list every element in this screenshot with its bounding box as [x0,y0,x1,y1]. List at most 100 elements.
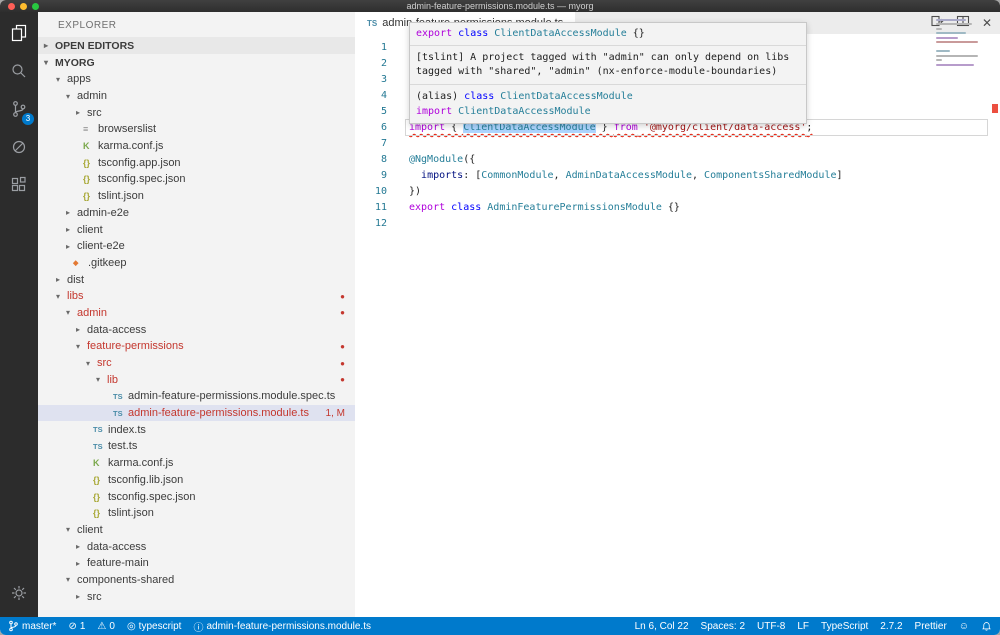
workspace-section-header[interactable]: ▾ MYORG [38,54,355,71]
chevron-down-icon: ▾ [66,525,77,534]
status-active-file-info-label: admin-feature-permissions.module.ts [206,621,371,632]
tree-item-label: client [77,524,103,536]
chevron-down-icon: ▾ [44,58,55,67]
code-line-10[interactable]: 10}) [355,184,1000,200]
chevron-right-icon: ▸ [44,41,55,50]
zoom-window-button[interactable] [32,3,39,10]
code-line-11[interactable]: 11export class AdminFeaturePermissionsMo… [355,200,1000,216]
tree-item-libs[interactable]: ▾libs● [38,288,355,305]
minimap-line [936,59,942,61]
tree-item-admin-e2e[interactable]: ▸admin-e2e [38,205,355,222]
open-editors-section-header[interactable]: ▸ OPEN EDITORS [38,37,355,54]
tree-item-karma-conf-js[interactable]: Kkarma.conf.js [38,138,355,155]
status-notifications[interactable] [981,617,992,635]
minimap-line [936,37,958,39]
status-bar: master* ⊘1 ⚠0 ◎typescript ⓘadmin-feature-per… [0,617,1000,635]
chevron-down-icon: ▾ [86,359,97,368]
chevron-right-icon: ▸ [76,559,87,568]
overview-ruler-error-mark [992,104,998,113]
tree-item-src[interactable]: ▾src● [38,355,355,372]
explorer-sidebar: EXPLORER ▸ OPEN EDITORS ▾ MYORG ▾apps▾ad… [38,12,355,617]
tree-item-apps[interactable]: ▾apps [38,71,355,88]
warning-icon: ⚠ [97,621,106,632]
line-number: 8 [355,152,395,168]
status-encoding[interactable]: UTF-8 [757,617,785,635]
error-icon: ⊘ [68,621,76,632]
tree-item-browserslist[interactable]: ≡browserslist [38,121,355,138]
title-bar[interactable]: admin-feature-permissions.module.ts — my… [0,0,1000,12]
tree-item-tslint-json[interactable]: {}tslint.json [38,188,355,205]
tree-item-admin-feature-permissions-module-spec-ts[interactable]: TSadmin-feature-permissions.module.spec.… [38,388,355,405]
tree-item-tsconfig-spec-json[interactable]: {}tsconfig.spec.json [38,171,355,188]
tree-item-karma-conf-js[interactable]: Kkarma.conf.js [38,455,355,472]
settings-button[interactable] [0,584,38,607]
code-token: , [554,170,566,181]
tree-item-index-ts[interactable]: TSindex.ts [38,421,355,438]
minimize-window-button[interactable] [20,3,27,10]
status-language-mode[interactable]: TypeScript [821,617,868,635]
karma-file-icon: K [83,141,98,151]
explorer-activity-button[interactable] [0,16,38,54]
tree-item-tsconfig-app-json[interactable]: {}tsconfig.app.json [38,154,355,171]
status-warnings[interactable]: ⚠0 [97,617,115,635]
tree-item--gitkeep[interactable]: ◆.gitkeep [38,255,355,272]
tree-item-client[interactable]: ▾client [38,522,355,539]
tree-item-tsconfig-lib-json[interactable]: {}tsconfig.lib.json [38,472,355,489]
status-cursor-position[interactable]: Ln 6, Col 22 [635,617,689,635]
status-eol-label: LF [797,621,809,632]
tree-item-admin[interactable]: ▾admin [38,88,355,105]
tree-item-components-shared[interactable]: ▾components-shared [38,572,355,589]
extensions-activity-button[interactable] [0,168,38,206]
ts-file-icon: TS [93,442,108,451]
debug-activity-button[interactable] [0,130,38,168]
tree-item-tsconfig-spec-json[interactable]: {}tsconfig.spec.json [38,488,355,505]
status-feedback[interactable]: ☺ [959,617,969,635]
line-number: 12 [355,216,395,232]
status-formatter[interactable]: Prettier [915,617,947,635]
hover-alias-line: (alias) class ClientDataAccessModule [416,89,800,104]
status-indentation[interactable]: Spaces: 2 [701,617,745,635]
tree-item-label: client [77,224,103,236]
tree-item-client[interactable]: ▸client [38,221,355,238]
error-dot-indicator: ● [340,375,345,384]
tree-item-src[interactable]: ▸src [38,104,355,121]
tree-item-label: index.ts [108,424,146,436]
tree-item-feature-main[interactable]: ▸feature-main [38,555,355,572]
status-active-file-info[interactable]: ⓘadmin-feature-permissions.module.ts [193,617,371,635]
chevron-down-icon: ▾ [66,575,77,584]
tree-item-dist[interactable]: ▸dist [38,271,355,288]
status-git-branch[interactable]: master* [8,617,56,635]
source-control-activity-button[interactable]: 3 [0,92,38,130]
status-typescript-status[interactable]: ◎typescript [127,617,182,635]
editor-area: TS admin-feature-permissions.module.ts [355,12,1000,617]
tree-item-src[interactable]: ▸src [38,588,355,605]
status-eol[interactable]: LF [797,617,809,635]
tree-item-test-ts[interactable]: TStest.ts [38,438,355,455]
tree-item-tslint-json[interactable]: {}tslint.json [38,505,355,522]
line-number: 4 [355,88,395,104]
minimap[interactable] [936,16,978,68]
line-content: export class AdminFeaturePermissionsModu… [409,200,680,216]
status-errors[interactable]: ⊘1 [68,617,85,635]
tree-item-client-e2e[interactable]: ▸client-e2e [38,238,355,255]
code-line-9[interactable]: 9 imports: [CommonModule, AdminDataAcces… [355,168,1000,184]
status-typescript-status-label: typescript [139,621,182,632]
code-line-8[interactable]: 8@NgModule({ [355,152,1000,168]
search-activity-button[interactable] [0,54,38,92]
ts-file-icon: TS [113,409,128,418]
tree-item-admin[interactable]: ▾admin● [38,305,355,322]
tree-item-lib[interactable]: ▾lib● [38,371,355,388]
close-editor-button[interactable]: ✕ [982,17,992,29]
status-ts-version[interactable]: 2.7.2 [880,617,902,635]
tree-item-admin-feature-permissions-module-ts[interactable]: TSadmin-feature-permissions.module.ts1, … [38,405,355,422]
tree-item-feature-permissions[interactable]: ▾feature-permissions● [38,338,355,355]
close-window-button[interactable] [8,3,15,10]
tree-item-label: lib [107,374,118,386]
code-token: import [416,106,458,117]
minimap-line [936,19,966,21]
tree-item-data-access[interactable]: ▸data-access [38,321,355,338]
source-control-badge: 3 [22,113,34,125]
code-line-7[interactable]: 7 [355,136,1000,152]
tree-item-data-access[interactable]: ▸data-access [38,538,355,555]
code-line-12[interactable]: 12 [355,216,1000,232]
